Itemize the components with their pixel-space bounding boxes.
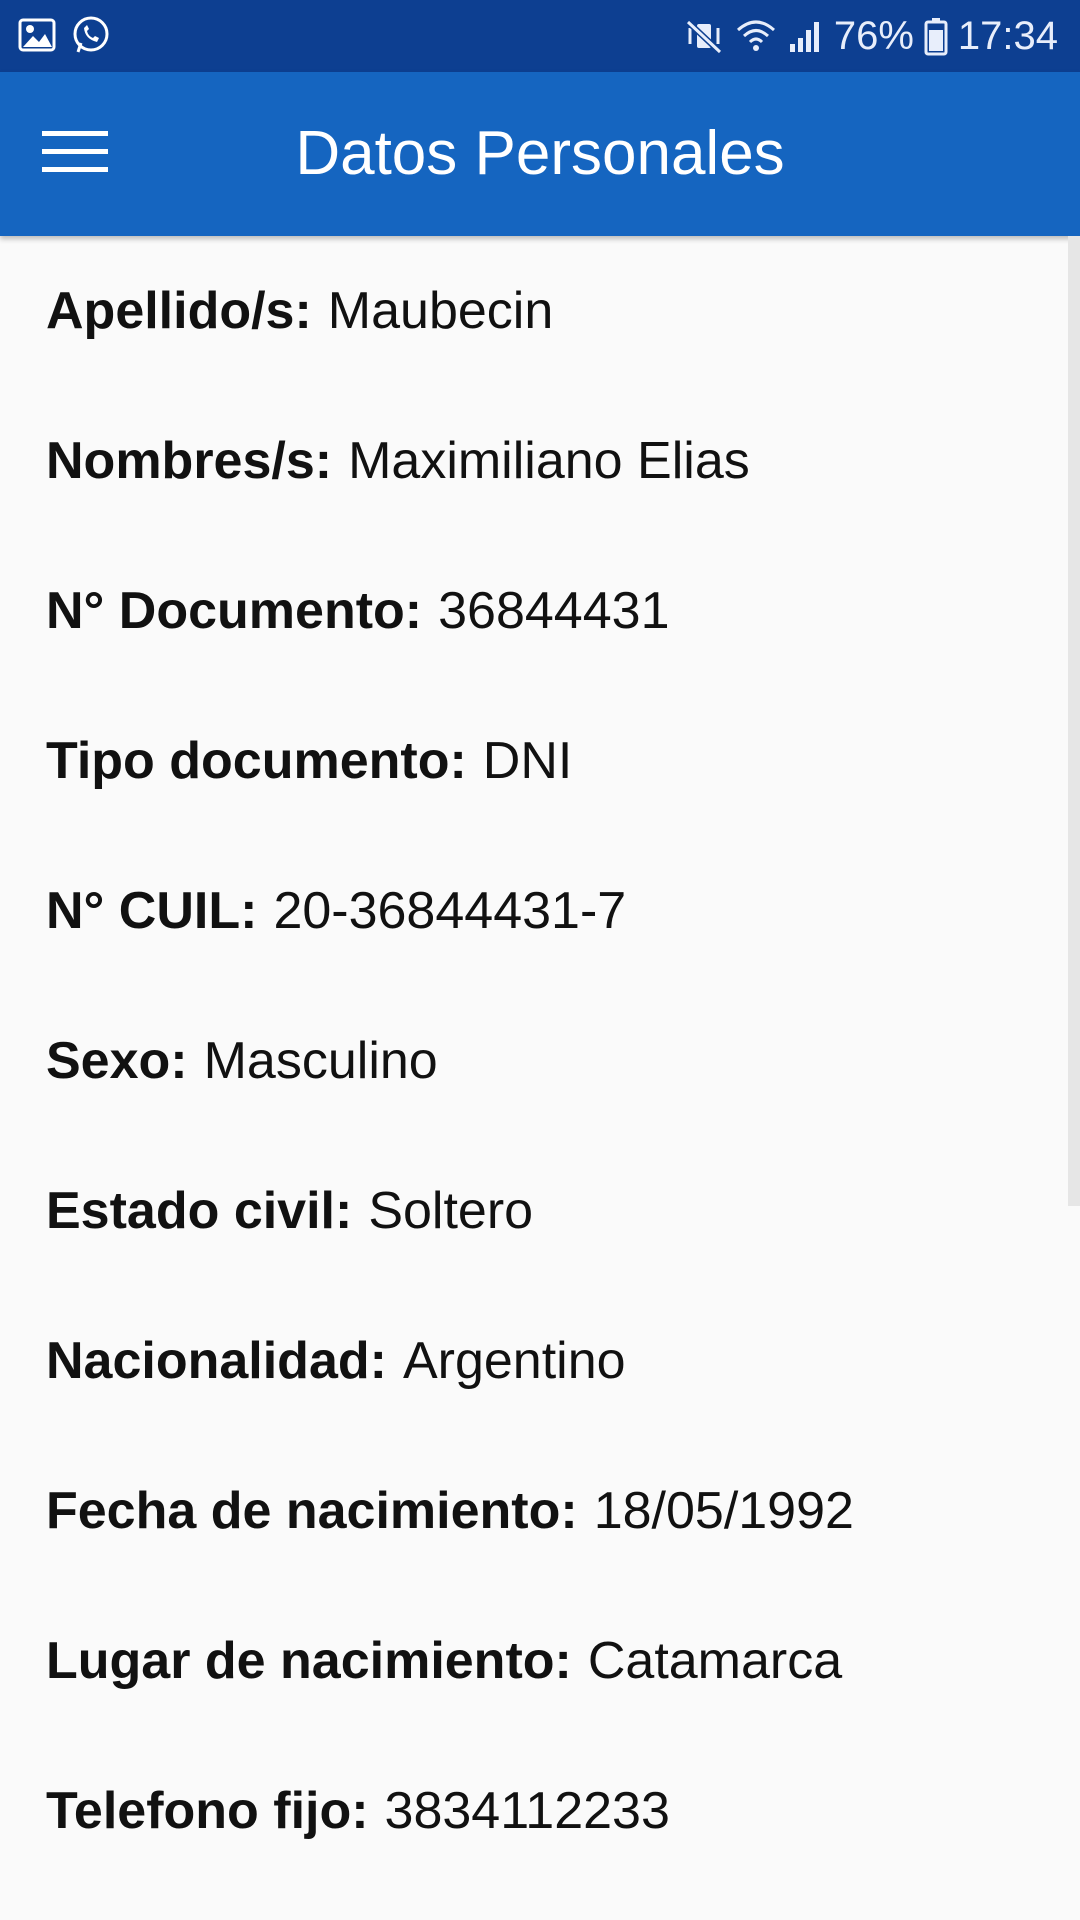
status-time: 17:34 (957, 13, 1058, 58)
field-label: Telefono fijo: (46, 1782, 369, 1840)
field-label: N° Documento: (46, 582, 423, 640)
field-estado-civil: Estado civil: Soltero (0, 1136, 1068, 1286)
field-tipo-documento: Tipo documento: DNI (0, 686, 1068, 836)
scrollbar[interactable] (1068, 236, 1080, 1206)
status-left-icons (18, 14, 112, 61)
whatsapp-icon (70, 14, 112, 61)
field-value: Catamarca (587, 1632, 843, 1690)
field-label: Apellido/s: (46, 282, 312, 340)
field-value: 20-36844431-7 (273, 882, 627, 940)
mute-vibrate-icon (684, 16, 724, 56)
field-label: Sexo: (46, 1032, 188, 1090)
field-value: Soltero (368, 1182, 534, 1240)
field-label: N° CUIL: (46, 882, 258, 940)
field-nombres: Nombres/s: Maximiliano Elias (0, 386, 1068, 536)
field-label: Estado civil: (46, 1182, 353, 1240)
field-label: Tipo documento: (46, 732, 467, 790)
battery-icon (924, 16, 948, 56)
field-nacionalidad: Nacionalidad: Argentino (0, 1286, 1068, 1436)
field-telefono-fijo: Telefono fijo: 3834112233 (0, 1736, 1068, 1886)
status-bar: 76% 17:34 (0, 0, 1080, 72)
field-value: DNI (482, 732, 573, 790)
app-bar: Datos Personales (0, 72, 1080, 236)
field-value: 18/05/1992 (593, 1482, 854, 1540)
signal-icon (788, 16, 824, 56)
field-label: Nacionalidad: (46, 1332, 387, 1390)
status-right-icons: 76% 17:34 (684, 0, 1058, 72)
page-title: Datos Personales (295, 119, 785, 188)
field-value: 3834112233 (384, 1782, 670, 1840)
gallery-icon (18, 16, 56, 59)
field-label: Nombres/s: (46, 432, 333, 490)
personal-data-list: Apellido/s: Maubecin Nombres/s: Maximili… (0, 236, 1068, 1886)
field-lugar-nacimiento: Lugar de nacimiento: Catamarca (0, 1586, 1068, 1736)
field-cuil: N° CUIL: 20-36844431-7 (0, 836, 1068, 986)
field-documento: N° Documento: 36844431 (0, 536, 1068, 686)
field-value: Maubecin (327, 282, 554, 340)
wifi-icon (734, 16, 778, 56)
field-value: Maximiliano Elias (348, 432, 750, 490)
field-label: Lugar de nacimiento: (46, 1632, 572, 1690)
field-label: Fecha de nacimiento: (46, 1482, 578, 1540)
field-value: Argentino (402, 1332, 626, 1390)
battery-percent: 76% (833, 13, 914, 58)
field-fecha-nacimiento: Fecha de nacimiento: 18/05/1992 (0, 1436, 1068, 1586)
field-value: 36844431 (438, 582, 670, 640)
field-sexo: Sexo: Masculino (0, 986, 1068, 1136)
field-value: Masculino (203, 1032, 438, 1090)
field-apellido: Apellido/s: Maubecin (0, 236, 1068, 386)
